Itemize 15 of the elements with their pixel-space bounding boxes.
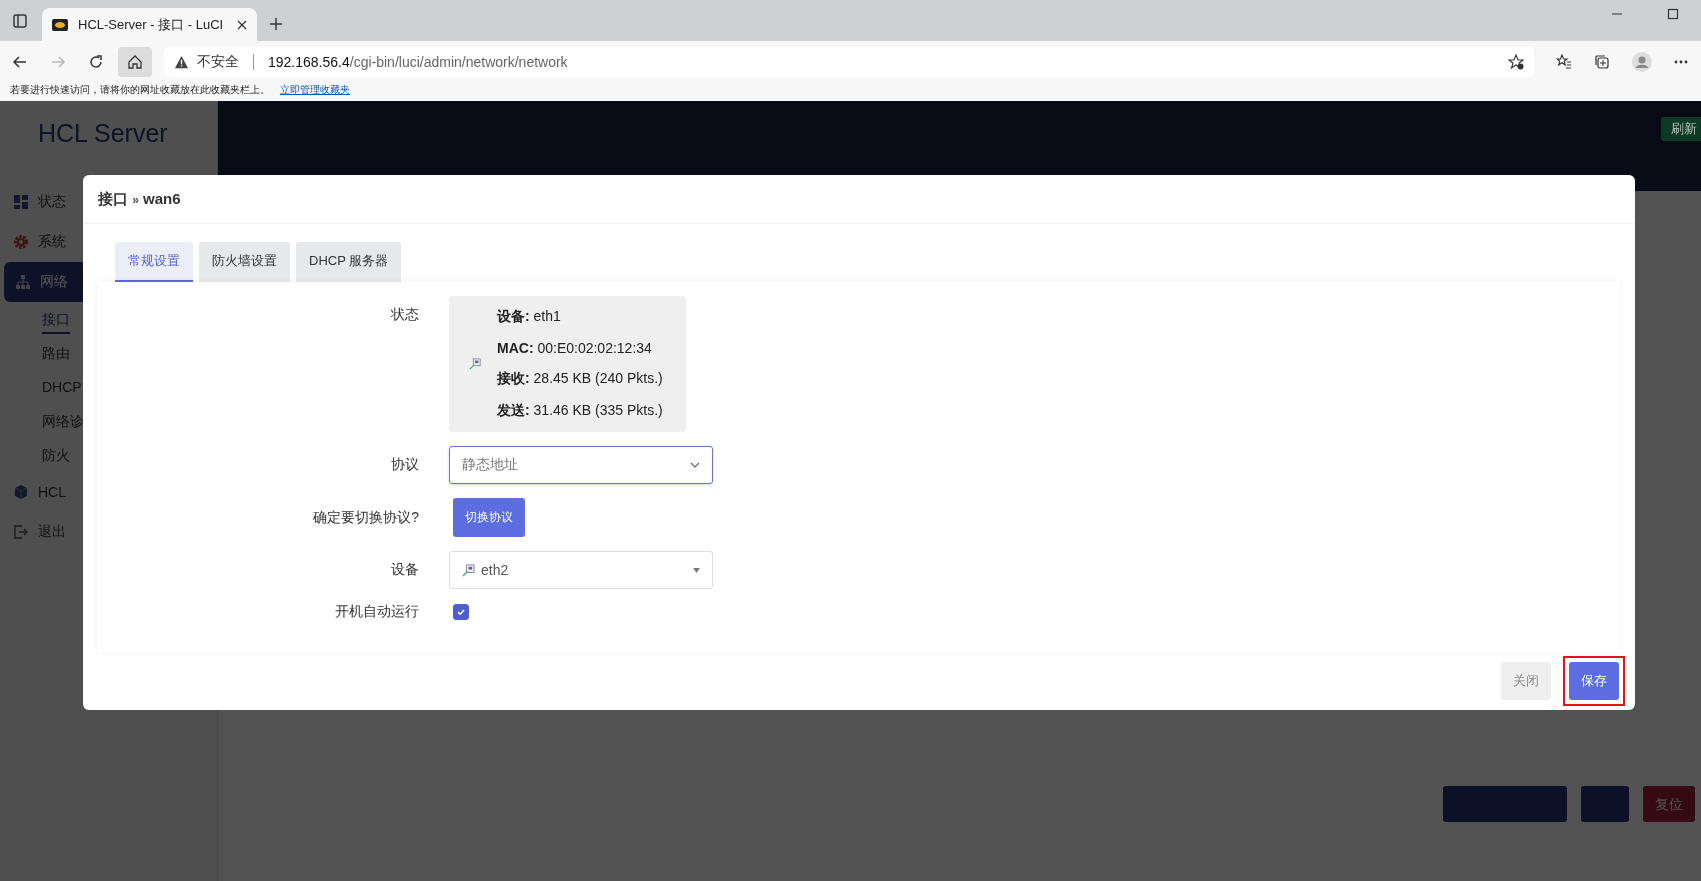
field-label: 确定要切换协议? — [312, 508, 419, 527]
brand-title: HCL Server — [37, 119, 169, 148]
field-label: 协议 — [390, 456, 419, 474]
field-label: 状态 — [390, 306, 419, 324]
tab-title: HCL-Server - 接口 - LuCI — [78, 15, 225, 34]
status-line: 设备: eth1 — [497, 308, 562, 326]
status-line: MAC: 00:E0:02:02:12:34 — [497, 340, 653, 356]
field-label: 设备 — [390, 561, 419, 579]
field-label: 开机自动运行 — [334, 603, 419, 621]
favorites-hint: 若要进行快速访问，请将你的网址收藏放在此收藏夹栏上。 — [10, 83, 270, 97]
url-text: 192.168.56.4/cgi-bin/luci/admin/network/network — [268, 54, 568, 70]
status-line: 接收: 28.45 KB (240 Pkts.) — [497, 370, 663, 388]
status-line: 发送: 31.46 KB (335 Pkts.) — [497, 402, 663, 420]
security-label: 不安全 — [197, 53, 239, 71]
dialog-title: 接口 » wan6 — [98, 189, 181, 209]
